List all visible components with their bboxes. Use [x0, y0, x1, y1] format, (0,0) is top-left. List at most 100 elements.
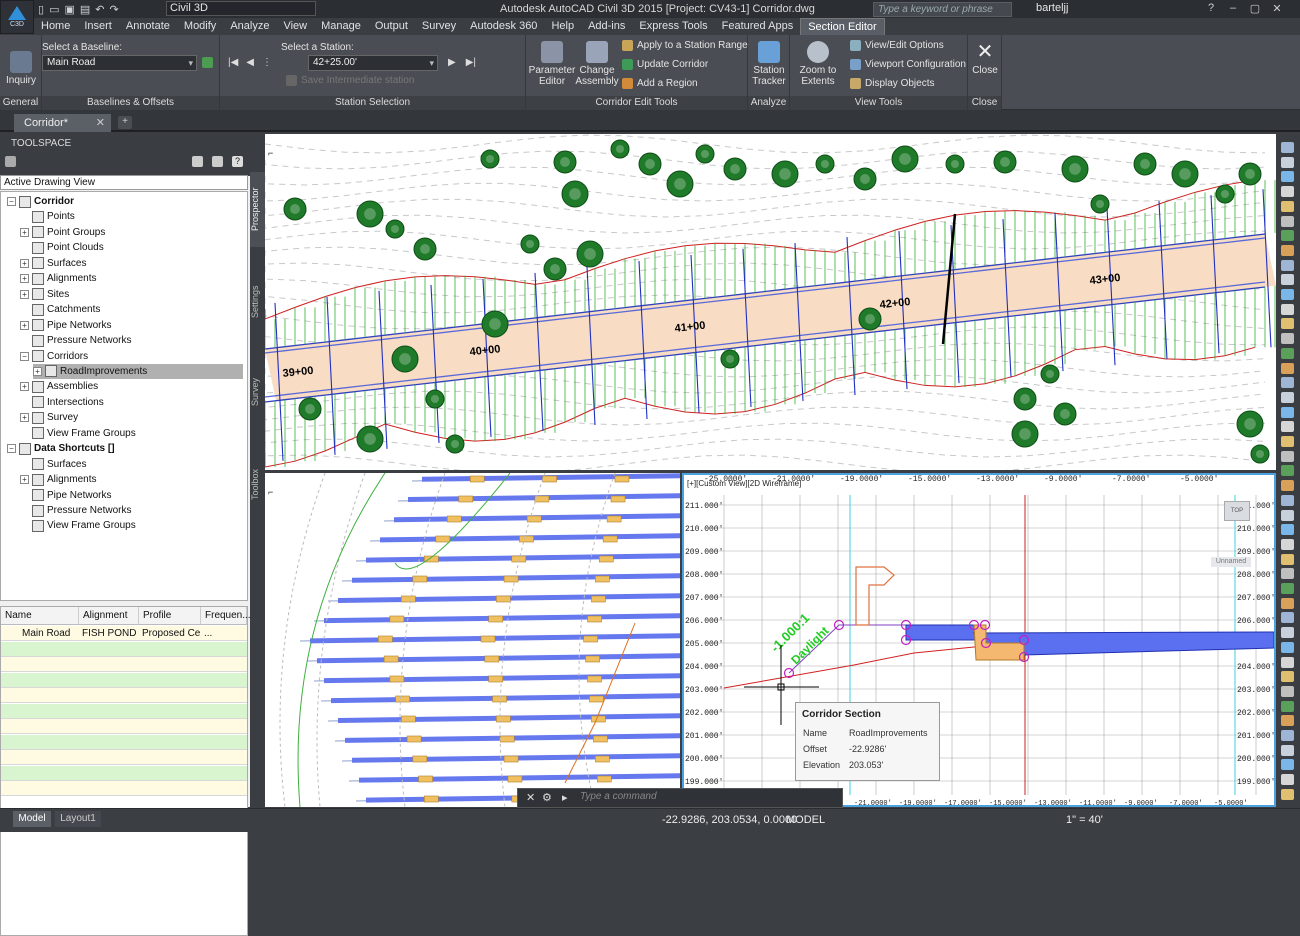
table-row[interactable]: Main RoadFISH POND RProposed Cer...	[1, 626, 247, 641]
next-station-icon[interactable]: ▶	[448, 57, 456, 68]
tool-icon[interactable]	[1281, 597, 1294, 609]
tool-icon[interactable]	[1281, 744, 1294, 756]
tab-survey[interactable]: Survey	[250, 367, 265, 417]
tab-autodesk-360[interactable]: Autodesk 360	[463, 18, 544, 35]
tool-icon[interactable]	[1281, 259, 1294, 271]
tool-icon[interactable]	[1281, 509, 1294, 521]
help-icon[interactable]: ?	[1200, 0, 1222, 16]
expand-icon[interactable]: +	[20, 258, 29, 268]
application-button[interactable]: C3D	[0, 0, 34, 34]
expand-icon[interactable]: +	[20, 320, 29, 330]
tab-analyze[interactable]: Analyze	[223, 18, 276, 35]
toolspace-list-icon[interactable]	[212, 156, 223, 167]
settings-icon[interactable]: ⚙	[542, 791, 552, 804]
viewport-label[interactable]: [+][Custom View][2D Wireframe]	[687, 479, 801, 488]
baseline-select[interactable]: Main Road	[42, 55, 197, 71]
tool-icon[interactable]	[1281, 391, 1294, 403]
tree-node[interactable]: +Surfaces	[20, 457, 86, 472]
display-objects-button[interactable]: Display Objects	[850, 78, 934, 89]
tool-icon[interactable]	[1281, 465, 1294, 477]
parameter-editor-button[interactable]: Parameter Editor	[528, 41, 576, 87]
tool-icon[interactable]	[1281, 671, 1294, 683]
tree-node[interactable]: + Survey	[20, 410, 78, 425]
tab-modify[interactable]: Modify	[177, 18, 223, 35]
tool-icon[interactable]	[1281, 421, 1294, 433]
grid-header[interactable]: Alignment	[79, 607, 139, 625]
station-select[interactable]: 42+25.00'	[308, 55, 438, 71]
expand-icon[interactable]: +	[20, 274, 29, 284]
tab-view[interactable]: View	[276, 18, 314, 35]
expand-icon[interactable]: +	[20, 289, 29, 299]
expand-icon[interactable]: +	[20, 227, 29, 237]
section-viewport[interactable]: 211.000' 211.000' 210.000' 210.000' 209.000'…	[682, 473, 1276, 807]
toolspace-view-select[interactable]: Active Drawing View	[0, 175, 248, 190]
tab-home[interactable]: Home	[34, 18, 77, 35]
tab-add-ins[interactable]: Add-ins	[581, 18, 632, 35]
tab-prospector[interactable]: Prospector	[250, 172, 265, 247]
table-cell[interactable]: Proposed Cer	[139, 626, 201, 641]
tool-icon[interactable]	[1281, 538, 1294, 550]
tab-output[interactable]: Output	[368, 18, 415, 35]
grid-header[interactable]: Name	[1, 607, 79, 625]
tree-node[interactable]: + Point Groups	[20, 225, 105, 240]
close-window-icon[interactable]: ✕	[1266, 0, 1288, 16]
tool-icon[interactable]	[1281, 715, 1294, 727]
tree-node[interactable]: + RoadImprovements	[33, 363, 243, 379]
tree-node[interactable]: +Pressure Networks	[20, 503, 131, 518]
expand-icon[interactable]: +	[20, 382, 29, 392]
tool-icon[interactable]	[1281, 230, 1294, 242]
toolspace-tool-icon[interactable]	[192, 156, 203, 167]
table-cell[interactable]: ...	[201, 626, 247, 641]
tool-icon[interactable]	[1281, 142, 1294, 153]
expand-icon[interactable]: −	[7, 197, 16, 206]
plan-viewport[interactable]: 39+00 40+00 41+00 42+00 43+00 ⌐	[265, 134, 1276, 470]
tool-icon[interactable]	[1281, 347, 1294, 359]
inquiry-button[interactable]: Inquiry	[4, 51, 38, 86]
tree-node[interactable]: +Pipe Networks	[20, 488, 111, 503]
last-station-icon[interactable]: ▶|	[466, 57, 476, 68]
grid-header[interactable]: Profile	[139, 607, 201, 625]
expand-icon[interactable]: +	[20, 413, 29, 423]
tool-icon[interactable]	[1281, 612, 1294, 624]
expand-icon[interactable]: +	[33, 366, 42, 376]
tool-icon[interactable]	[1281, 656, 1294, 668]
tool-icon[interactable]	[1281, 156, 1294, 168]
tree-node[interactable]: − Corridors	[20, 349, 88, 364]
tree-node[interactable]: +View Frame Groups	[20, 426, 136, 441]
tree-node[interactable]: +Surfaces	[20, 256, 86, 271]
slider-icon[interactable]: ⋮	[262, 57, 272, 68]
tab-survey[interactable]: Survey	[415, 18, 463, 35]
tab-toolbox[interactable]: Toolbox	[250, 457, 265, 512]
tool-icon[interactable]	[1281, 494, 1294, 506]
tree-node[interactable]: + Alignments	[20, 271, 96, 286]
command-input[interactable]: Type a command	[580, 791, 657, 802]
tool-icon[interactable]	[1281, 406, 1294, 418]
open-icon[interactable]: ▭	[49, 3, 59, 16]
close-cmd-icon[interactable]: ✕	[526, 791, 535, 804]
viewport-config-button[interactable]: Viewport Configuration	[850, 59, 966, 70]
tool-icon[interactable]	[1281, 788, 1294, 800]
tool-icon[interactable]	[1281, 641, 1294, 653]
tree-node[interactable]: +Catchments	[20, 302, 100, 317]
minimize-icon[interactable]: –	[1222, 0, 1244, 16]
tab-annotate[interactable]: Annotate	[119, 18, 177, 35]
tool-icon[interactable]	[1281, 524, 1294, 536]
toolspace-menu-icon[interactable]	[5, 156, 16, 167]
tool-icon[interactable]	[1281, 568, 1294, 580]
plot-icon[interactable]: ▤	[80, 3, 90, 16]
ucs-name[interactable]: Unnamed	[1211, 557, 1251, 567]
tool-icon[interactable]	[1281, 627, 1294, 639]
tab-settings[interactable]: Settings	[250, 272, 265, 332]
tab-featured-apps[interactable]: Featured Apps	[715, 18, 801, 35]
3d-viewport[interactable]: ⌐	[265, 473, 680, 807]
table-cell[interactable]: FISH POND R	[79, 626, 139, 641]
expand-icon[interactable]: +	[20, 475, 29, 485]
model-tab[interactable]: Model	[13, 811, 51, 827]
apply-range-button[interactable]: Apply to a Station Range	[622, 40, 748, 51]
tool-icon[interactable]	[1281, 244, 1294, 256]
first-station-icon[interactable]: |◀	[228, 57, 238, 68]
user-name[interactable]: barteljj	[1036, 2, 1068, 14]
zoom-extents-button[interactable]: Zoom to Extents	[795, 41, 841, 87]
new-icon[interactable]: ▯	[38, 3, 44, 16]
command-line[interactable]: ✕ ⚙ ▸ Type a command	[517, 788, 843, 808]
